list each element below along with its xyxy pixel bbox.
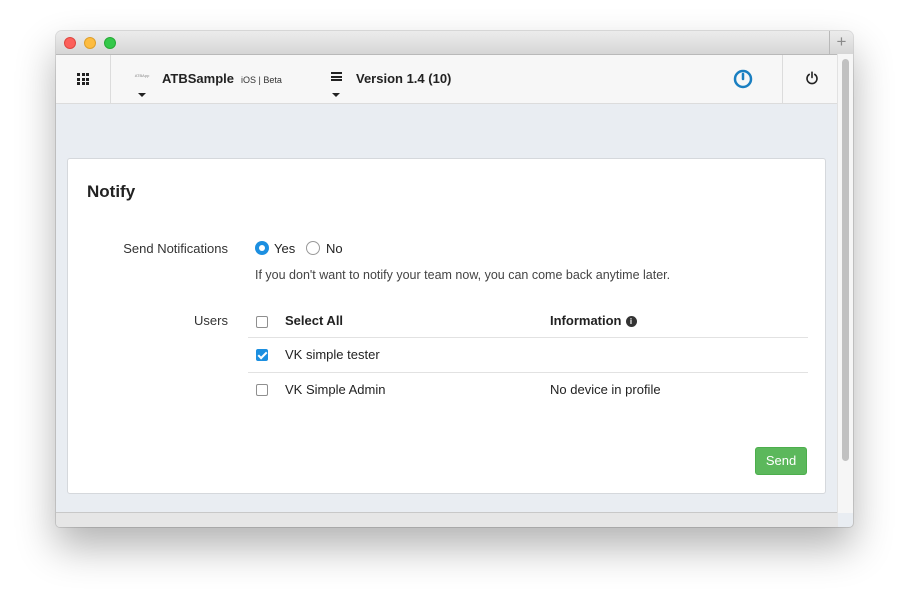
horizontal-scroll-area	[56, 512, 838, 527]
send-button[interactable]: Send	[755, 447, 807, 475]
power-status-icon[interactable]	[733, 69, 753, 89]
notify-panel: Notify Send Notifications Yes No If you …	[67, 158, 826, 494]
user-name: VK Simple Admin	[285, 382, 386, 397]
information-header: Information i	[550, 313, 637, 328]
select-all-header[interactable]: Select All	[285, 313, 343, 328]
title-bar: +	[56, 31, 853, 55]
app-switcher[interactable]: ATBApp ATBSample iOS | Beta	[111, 55, 306, 103]
app-logo-text: ATBApp	[134, 73, 150, 78]
information-header-label: Information	[550, 313, 622, 328]
app-name: ATBSample	[162, 71, 234, 86]
send-notifications-label: Send Notifications	[123, 241, 228, 256]
user-name: VK simple tester	[285, 347, 380, 362]
chevron-down-icon	[138, 93, 146, 97]
logout-button[interactable]	[782, 55, 839, 103]
radio-no-label[interactable]: No	[326, 241, 343, 256]
app-logo: ATBApp	[131, 68, 153, 90]
list-icon	[331, 72, 342, 83]
notify-help-text: If you don't want to notify your team no…	[255, 268, 671, 282]
users-label: Users	[194, 313, 228, 328]
grid-icon	[77, 73, 89, 85]
scrollbar-thumb[interactable]	[842, 59, 849, 461]
app-platform-tag: iOS | Beta	[241, 75, 282, 85]
vertical-scrollbar[interactable]	[837, 54, 853, 513]
select-all-checkbox[interactable]	[256, 316, 268, 328]
page-title: Notify	[87, 182, 136, 201]
new-tab-button[interactable]: +	[829, 31, 853, 54]
app-navbar: ATBApp ATBSample iOS | Beta Version 1.4 …	[56, 55, 838, 104]
radio-yes[interactable]	[255, 241, 269, 255]
chevron-down-icon	[332, 93, 340, 97]
table-divider	[248, 337, 808, 338]
radio-no[interactable]	[306, 241, 320, 255]
minimize-window-button[interactable]	[84, 37, 96, 49]
user-checkbox-vk-simple-admin[interactable]	[256, 384, 268, 396]
browser-window: + ATBApp ATBSample iOS | Beta Version 1.…	[56, 31, 853, 527]
user-checkbox-vk-simple-tester[interactable]	[256, 349, 268, 361]
close-window-button[interactable]	[64, 37, 76, 49]
apps-menu-button[interactable]	[56, 55, 111, 103]
power-icon	[806, 71, 818, 85]
user-info: No device in profile	[550, 382, 661, 397]
version-label: Version 1.4 (10)	[356, 71, 452, 86]
table-divider	[248, 372, 808, 373]
version-switcher[interactable]: Version 1.4 (10)	[326, 55, 526, 103]
radio-yes-label[interactable]: Yes	[274, 241, 295, 256]
maximize-window-button[interactable]	[104, 37, 116, 49]
info-icon[interactable]: i	[625, 316, 637, 327]
